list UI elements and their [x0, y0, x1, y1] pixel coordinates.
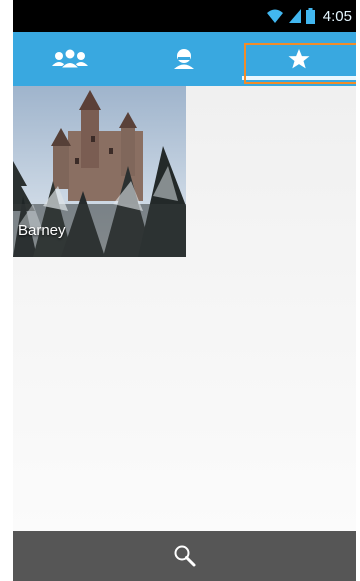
- search-icon[interactable]: [173, 544, 197, 568]
- contact-icon: [174, 49, 195, 69]
- status-bar: 4:05: [13, 0, 356, 32]
- status-icons: 4:05: [266, 6, 352, 26]
- tab-contact[interactable]: [127, 32, 241, 86]
- phone-screen: 4:05 Barney: [13, 0, 356, 581]
- selected-tab-indicator: [241, 76, 356, 80]
- status-time: 4:05: [322, 7, 352, 25]
- favorite-card-barney[interactable]: Barney: [13, 86, 186, 257]
- star-icon: [288, 49, 310, 69]
- battery-icon: [305, 8, 315, 24]
- groups-icon: [52, 48, 89, 69]
- favorites-grid: Barney: [13, 86, 356, 531]
- tab-favorites[interactable]: [241, 32, 356, 86]
- tab-bar: [13, 32, 356, 86]
- tab-groups[interactable]: [13, 32, 127, 86]
- bottom-bar: [13, 531, 356, 581]
- signal-icon: [288, 9, 301, 23]
- wifi-icon: [266, 9, 283, 23]
- favorite-name: Barney: [18, 222, 66, 239]
